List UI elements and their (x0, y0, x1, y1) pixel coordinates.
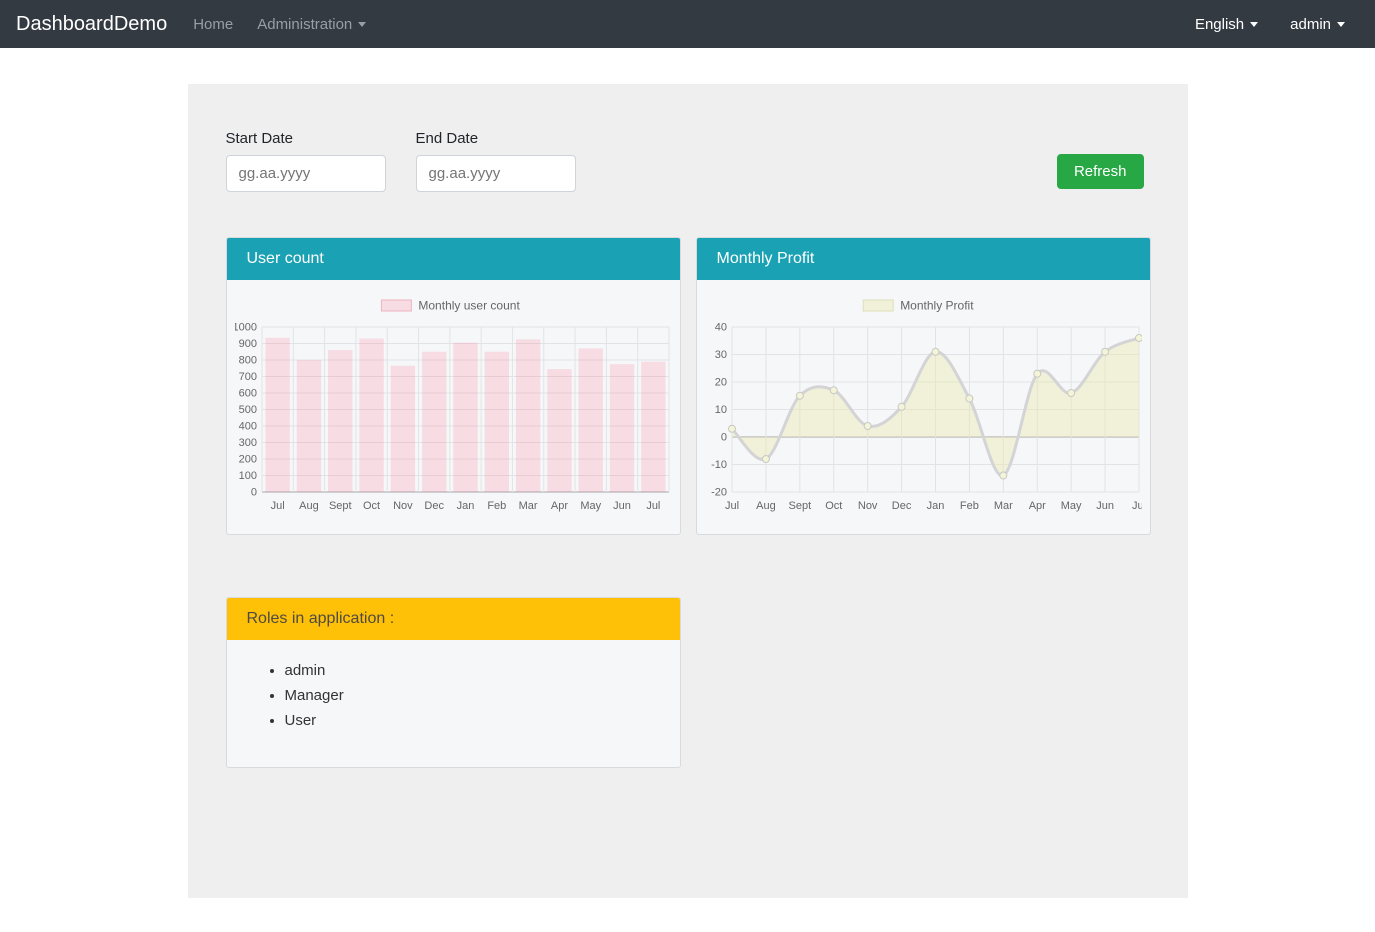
nav-home[interactable]: Home (193, 16, 233, 33)
role-item: admin (285, 662, 664, 679)
svg-text:Jun: Jun (613, 500, 631, 512)
svg-text:Oct: Oct (825, 500, 842, 512)
end-date-field: End Date (416, 130, 576, 192)
start-date-input[interactable] (226, 155, 386, 192)
start-date-field: Start Date (226, 130, 386, 192)
svg-text:700: 700 (238, 371, 256, 383)
svg-text:May: May (580, 500, 601, 512)
svg-text:300: 300 (238, 437, 256, 449)
svg-text:100: 100 (238, 470, 256, 482)
svg-text:Jul: Jul (1131, 500, 1141, 512)
user-count-bar-chart[interactable]: 10009008007006005004003002001000JulAugSe… (235, 286, 672, 530)
brand-link[interactable]: DashboardDemo (16, 13, 167, 36)
nav-language-label: English (1195, 16, 1244, 33)
refresh-button[interactable]: Refresh (1057, 154, 1144, 189)
svg-text:Sept: Sept (328, 500, 351, 512)
svg-text:900: 900 (238, 338, 256, 350)
svg-text:Jan: Jan (926, 500, 944, 512)
nav-administration-dropdown[interactable]: Administration (257, 16, 366, 33)
caret-down-icon (358, 22, 366, 27)
svg-text:500: 500 (238, 404, 256, 416)
monthly-profit-panel: Monthly Profit 403020100-10-20JulAugSept… (696, 237, 1151, 535)
svg-text:Monthly user count: Monthly user count (418, 299, 520, 313)
svg-text:Sept: Sept (788, 500, 811, 512)
navbar-right: English admin (1195, 16, 1359, 33)
svg-text:30: 30 (714, 349, 726, 361)
user-count-panel-body: 10009008007006005004003002001000JulAugSe… (227, 280, 680, 534)
main-container: Start Date End Date Refresh User count 1… (188, 84, 1188, 898)
svg-text:Jul: Jul (270, 500, 284, 512)
charts-row: User count 10009008007006005004003002001… (226, 237, 1150, 535)
nav-language-dropdown[interactable]: English (1195, 16, 1258, 33)
svg-text:Mar: Mar (518, 500, 537, 512)
svg-text:Monthly Profit: Monthly Profit (900, 299, 974, 313)
svg-text:200: 200 (238, 454, 256, 466)
nav-user-label: admin (1290, 16, 1331, 33)
svg-text:40: 40 (714, 322, 726, 334)
end-date-label: End Date (416, 130, 576, 147)
svg-text:Feb: Feb (959, 500, 978, 512)
svg-text:-20: -20 (711, 487, 727, 499)
filters-row: Start Date End Date Refresh (226, 130, 1150, 192)
svg-text:600: 600 (238, 388, 256, 400)
svg-text:Nov: Nov (393, 500, 413, 512)
svg-text:Jul: Jul (646, 500, 660, 512)
svg-text:Dec: Dec (424, 500, 444, 512)
roles-panel-header: Roles in application : (227, 598, 680, 640)
svg-text:Aug: Aug (756, 500, 776, 512)
monthly-profit-panel-body: 403020100-10-20JulAugSeptOctNovDecJanFeb… (697, 280, 1150, 534)
svg-text:800: 800 (238, 355, 256, 367)
svg-text:Jun: Jun (1096, 500, 1114, 512)
svg-text:Oct: Oct (363, 500, 380, 512)
svg-text:Nov: Nov (857, 500, 877, 512)
svg-text:10: 10 (714, 404, 726, 416)
end-date-input[interactable] (416, 155, 576, 192)
svg-text:Jan: Jan (456, 500, 474, 512)
user-count-panel: User count 10009008007006005004003002001… (226, 237, 681, 535)
svg-text:Apr: Apr (1028, 500, 1045, 512)
svg-text:Apr: Apr (550, 500, 567, 512)
svg-text:May: May (1060, 500, 1081, 512)
svg-text:Mar: Mar (993, 500, 1012, 512)
svg-text:Feb: Feb (487, 500, 506, 512)
caret-down-icon (1337, 22, 1345, 27)
svg-text:20: 20 (714, 377, 726, 389)
svg-text:Dec: Dec (891, 500, 911, 512)
svg-text:Jul: Jul (724, 500, 738, 512)
roles-list: admin Manager User (243, 662, 664, 729)
svg-text:400: 400 (238, 421, 256, 433)
nav-administration-label: Administration (257, 16, 352, 33)
svg-text:Aug: Aug (299, 500, 319, 512)
role-item: Manager (285, 687, 664, 704)
caret-down-icon (1250, 22, 1258, 27)
svg-text:-10: -10 (711, 459, 727, 471)
svg-text:0: 0 (250, 487, 256, 499)
svg-text:0: 0 (720, 432, 726, 444)
roles-panel-body: admin Manager User (227, 640, 680, 767)
role-item: User (285, 712, 664, 729)
svg-text:1000: 1000 (235, 322, 257, 334)
navbar: DashboardDemo Home Administration Englis… (0, 0, 1375, 48)
user-count-panel-header: User count (227, 238, 680, 280)
nav-user-dropdown[interactable]: admin (1290, 16, 1345, 33)
start-date-label: Start Date (226, 130, 386, 147)
monthly-profit-panel-header: Monthly Profit (697, 238, 1150, 280)
monthly-profit-line-chart[interactable]: 403020100-10-20JulAugSeptOctNovDecJanFeb… (705, 286, 1142, 530)
roles-panel: Roles in application : admin Manager User (226, 597, 681, 768)
